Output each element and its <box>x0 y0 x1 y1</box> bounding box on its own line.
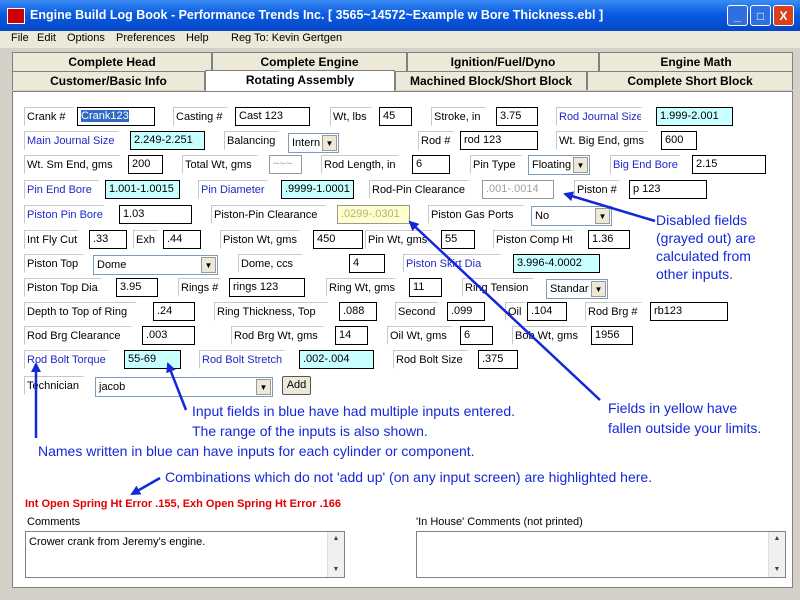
arrow-to-error-text <box>130 476 161 496</box>
error-message: Int Open Spring Ht Error .155, Exh Open … <box>25 498 342 510</box>
arrow-to-yellow-field <box>408 220 601 401</box>
scroll-down-icon[interactable]: ▼ <box>770 563 784 577</box>
annotation-arrows <box>31 191 656 496</box>
scroll-up-icon[interactable]: ▲ <box>329 532 343 546</box>
arrow-to-disabled-field <box>563 191 656 223</box>
label-comments: Comments <box>27 516 81 528</box>
scroll-up-icon[interactable]: ▲ <box>770 532 784 546</box>
scroll-down-icon[interactable]: ▼ <box>329 563 343 577</box>
inhouse-comments-textarea[interactable]: ▲ ▼ <box>416 531 786 578</box>
arrow-to-blue-input <box>166 362 188 411</box>
label-inhouse-comments: 'In House' Comments (not printed) <box>416 516 583 528</box>
comments-textarea[interactable]: Crower crank from Jeremy's engine. ▲ ▼ <box>25 531 345 578</box>
